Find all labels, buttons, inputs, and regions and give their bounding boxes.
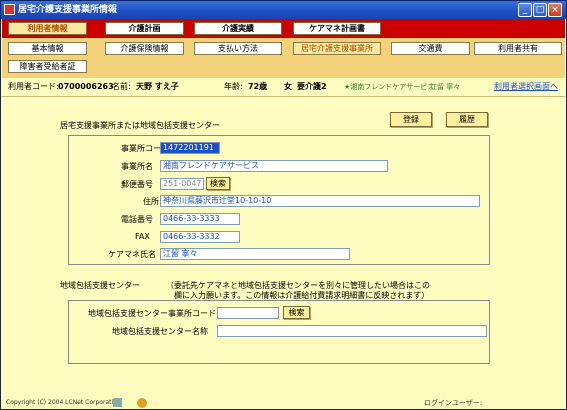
center-code-label: 地域包括支援センター事業所コード [88, 309, 216, 318]
sub-tab-bar: 基本情報 介護保険情報 支払い方法 居宅介護支援事業所 交通費 利用者共有 障害… [2, 38, 565, 78]
office-name-field[interactable]: 湘南フレンドケアサービス [160, 160, 388, 172]
subtab-disability-cert[interactable]: 障害者受給者証 [8, 60, 87, 73]
subtab-transport[interactable]: 交通費 [391, 42, 470, 55]
office-code-field[interactable]: 1472201191 [160, 142, 220, 154]
caremgr-field[interactable]: 江留 寧々 [160, 248, 350, 260]
address-label: 住所 [143, 197, 159, 206]
main-tab-bar: 利用者情報 介護計画 介護実績 ケアマネ計画書 [2, 19, 565, 38]
section-center-title: 地域包括支援センター [60, 281, 140, 290]
name-label: 名前: [112, 82, 131, 91]
user-icon [137, 398, 147, 408]
fax-field[interactable]: 0466-33-3332 [160, 231, 240, 243]
user-select-link[interactable]: 利用者選択画面へ [494, 78, 558, 96]
postal-field[interactable]: 251-0047 [160, 178, 204, 190]
office-info-group: 事業所コード 1472201191 事業所名 湘南フレンドケアサービス 郵便番号… [68, 135, 490, 265]
age-label: 年齢: [224, 82, 243, 91]
tab-care-record[interactable]: 介護実績 [194, 22, 282, 35]
logo-icon [113, 398, 122, 407]
center-search-button[interactable]: 検索 [283, 306, 310, 319]
user-name: 天野 すえ子 [136, 82, 179, 91]
user-info-bar: 利用者コード: 0700006263 名前: 天野 すえ子 年齢: 72歳 女 … [2, 78, 565, 97]
care-level: 要介護2 [297, 82, 327, 91]
user-code: 0700006263 [58, 82, 114, 91]
fax-label: FAX [135, 232, 150, 241]
subtab-basic-info[interactable]: 基本情報 [8, 42, 87, 55]
subtab-payment[interactable]: 支払い方法 [194, 42, 282, 55]
center-code-field[interactable] [217, 307, 279, 319]
phone-label: 電話番号 [121, 215, 153, 224]
tab-caremanager-plan[interactable]: ケアマネ計画書 [293, 22, 381, 35]
maximize-button[interactable]: □ [533, 3, 547, 17]
subtab-insurance-info[interactable]: 介護保険情報 [105, 42, 184, 55]
office-name-label: 事業所名 [121, 162, 153, 171]
app-icon [4, 4, 15, 15]
main-content: 居宅支援事業所または地域包括支援センター 登録 履歴 事業所コード 147220… [2, 97, 565, 397]
center-info-group: 地域包括支援センター事業所コード 検索 地域包括支援センター名称 [68, 300, 490, 364]
tab-care-plan[interactable]: 介護計画 [105, 22, 184, 35]
close-button[interactable]: × [548, 3, 562, 17]
subtab-care-office[interactable]: 居宅介護支援事業所 [293, 42, 381, 55]
phone-field[interactable]: 0466-33-3333 [160, 213, 240, 225]
caremgr-label: ケアマネ氏名 [108, 250, 156, 259]
minimize-button[interactable]: _ [518, 3, 532, 17]
manager-name: 江留 寧々 [430, 83, 461, 91]
center-name-field[interactable] [217, 325, 487, 337]
postal-search-button[interactable]: 検索 [206, 177, 230, 190]
postal-label: 郵便番号 [121, 180, 153, 189]
user-sex: 女 [284, 82, 292, 91]
subtab-user-share[interactable]: 利用者共有 [474, 42, 562, 55]
app-window: 居宅介護支援事業所情報 _ □ × 利用者情報 介護計画 介護実績 ケアマネ計画… [0, 0, 567, 410]
status-bar: Copyright (C) 2004 LCNet Corporation ログイ… [2, 397, 565, 409]
copyright-text: Copyright (C) 2004 LCNet Corporation [6, 399, 121, 406]
user-code-label: 利用者コード: [8, 82, 59, 91]
register-button[interactable]: 登録 [390, 112, 432, 127]
center-name-label: 地域包括支援センター名称 [112, 327, 208, 336]
user-age: 72歳 [248, 82, 268, 91]
login-user-label: ログインユーザー: [424, 399, 483, 407]
office-name: ★湘南フレンドケアサービス [344, 83, 435, 91]
section-office-title: 居宅支援事業所または地域包括支援センター [60, 121, 220, 130]
tab-user-info[interactable]: 利用者情報 [8, 22, 87, 35]
window-title: 居宅介護支援事業所情報 [18, 5, 118, 15]
history-button[interactable]: 履歴 [446, 112, 488, 127]
title-bar: 居宅介護支援事業所情報 _ □ × [1, 1, 566, 19]
address-field[interactable]: 神奈川県藤沢市辻堂10-10-10 [160, 195, 480, 207]
